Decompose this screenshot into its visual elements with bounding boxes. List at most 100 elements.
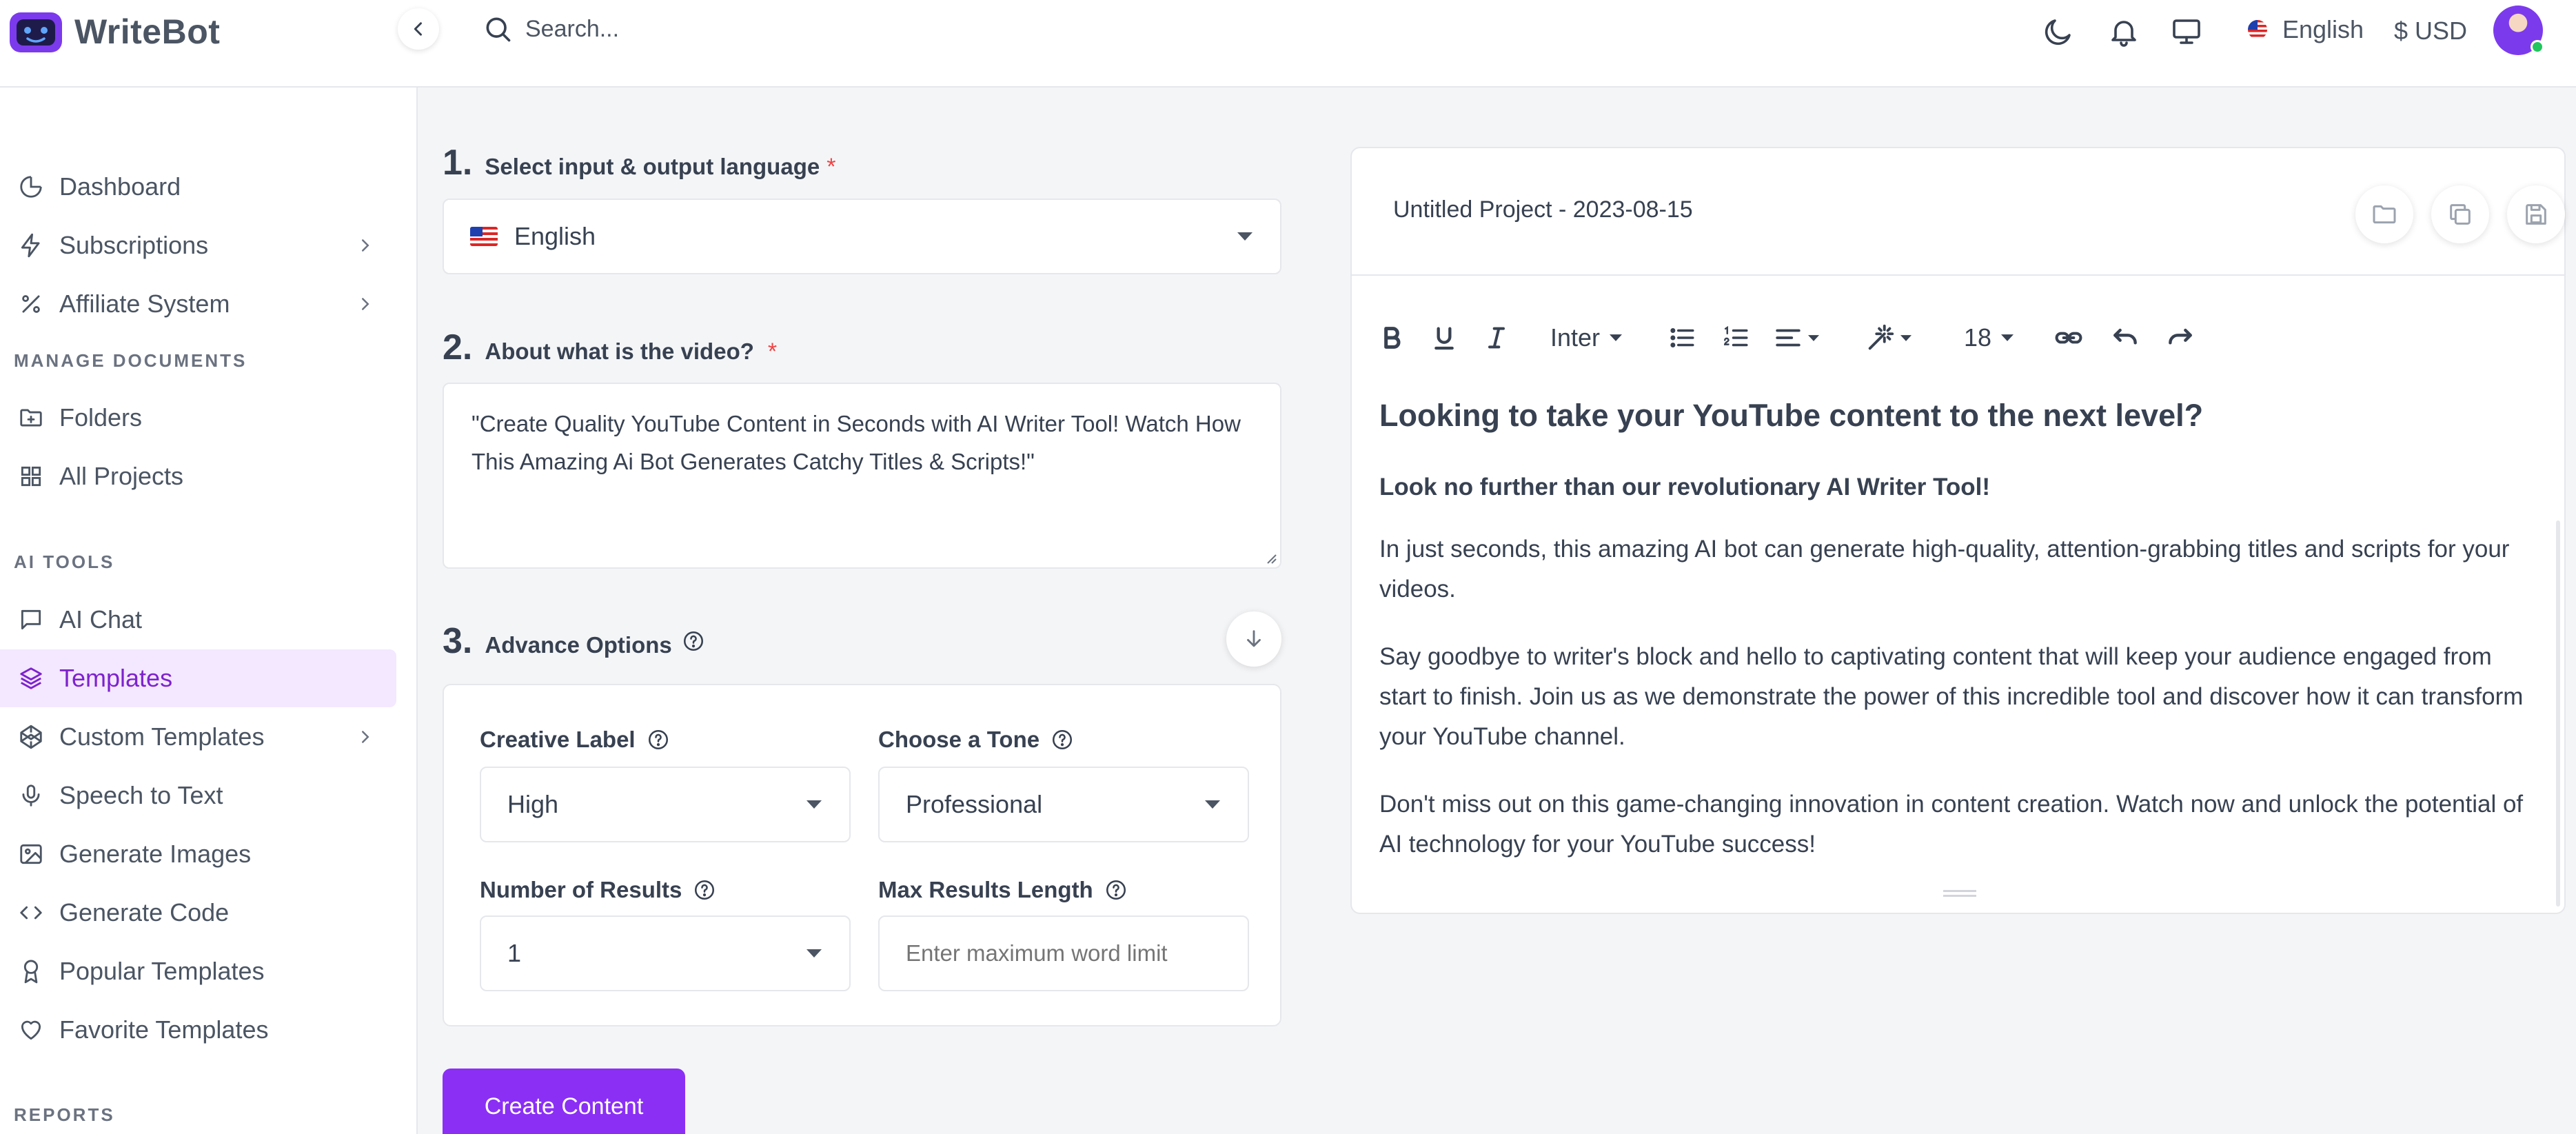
bolt-icon	[21, 233, 40, 258]
project-title[interactable]: Untitled Project - 2023-08-15	[1393, 196, 1693, 223]
sidebar-item-label: AI Chat	[59, 605, 143, 634]
required-marker: *	[826, 154, 836, 180]
heart-icon	[21, 1020, 41, 1040]
number-of-results-dropdown[interactable]: 1	[480, 915, 851, 991]
caret-down-icon	[1237, 232, 1252, 241]
max-results-length-label: Max Results Length	[878, 877, 1128, 903]
editor-scrollbar[interactable]	[2556, 520, 2560, 907]
save-button[interactable]	[2507, 185, 2565, 243]
sidebar: Dashboard Subscriptions Affiliate System…	[0, 88, 418, 1134]
editor-content[interactable]: Looking to take your YouTube content to …	[1379, 396, 2537, 892]
search-input[interactable]	[525, 15, 1008, 43]
content-subheading: Look no further than our revolutionary A…	[1379, 474, 1991, 500]
sidebar-item-favorite-templates[interactable]: Favorite Templates	[0, 1001, 396, 1059]
sidebar-item-generate-code[interactable]: Generate Code	[0, 884, 396, 942]
pie-chart-icon	[20, 176, 42, 198]
sidebar-item-generate-images[interactable]: Generate Images	[0, 825, 396, 883]
content-paragraph: Don't miss out on this game-changing inn…	[1379, 791, 2524, 858]
layers-icon	[20, 667, 42, 689]
section-label-reports: REPORTS	[14, 1104, 115, 1125]
content-heading: Looking to take your YouTube content to …	[1379, 398, 2204, 433]
resize-grip-icon[interactable]	[1264, 551, 1277, 565]
sidebar-item-affiliate[interactable]: Affiliate System	[0, 275, 396, 333]
bullet-list-icon	[1670, 328, 1694, 347]
bullet-list-button[interactable]	[1667, 307, 1696, 369]
sidebar-item-popular-templates[interactable]: Popular Templates	[0, 942, 396, 1000]
caret-down-icon	[2001, 334, 2014, 341]
redo-button[interactable]	[2165, 307, 2195, 369]
chevron-right-icon	[362, 731, 369, 743]
help-circle-icon[interactable]	[647, 728, 670, 751]
help-circle-icon[interactable]	[693, 878, 716, 902]
collapse-sidebar-button[interactable]	[398, 8, 439, 50]
tone-label: Choose a Tone	[878, 727, 1074, 753]
move-to-folder-button[interactable]	[2355, 185, 2413, 243]
toggle-advance-options-button[interactable]	[1226, 611, 1281, 667]
sidebar-item-label: Generate Code	[59, 898, 230, 927]
codepen-icon	[20, 725, 42, 749]
save-icon	[2526, 204, 2546, 225]
user-avatar[interactable]	[2493, 6, 2544, 55]
editor-resize-handle[interactable]	[1943, 890, 1976, 897]
underline-button[interactable]	[1430, 307, 1458, 369]
copy-icon	[2450, 204, 2471, 225]
robot-logo-icon	[10, 12, 62, 52]
sidebar-item-subscriptions[interactable]: Subscriptions	[0, 216, 396, 274]
ai-magic-select[interactable]	[1865, 307, 1911, 369]
sidebar-item-label: Dashboard	[59, 172, 181, 201]
code-icon	[20, 906, 42, 920]
numbered-list-button[interactable]	[1721, 307, 1750, 369]
creative-label-dropdown[interactable]: High	[480, 767, 851, 842]
percent-icon	[22, 295, 40, 313]
sidebar-item-speech-to-text[interactable]: Speech to Text	[0, 767, 396, 824]
sidebar-item-label: Templates	[59, 664, 173, 692]
step-3-title: 3. Advance Options	[443, 620, 705, 662]
link-button[interactable]	[2053, 307, 2084, 369]
copy-button[interactable]	[2431, 185, 2489, 243]
editor-header: Untitled Project - 2023-08-15	[1352, 148, 2565, 276]
moon-icon[interactable]	[2042, 15, 2075, 48]
font-family-select[interactable]: Inter	[1550, 307, 1623, 369]
award-icon	[23, 960, 39, 984]
bold-button[interactable]	[1378, 307, 1406, 369]
language-dropdown[interactable]: English	[443, 199, 1281, 274]
align-select[interactable]	[1774, 307, 1819, 369]
folder-icon	[2373, 205, 2396, 224]
undo-button[interactable]	[2110, 307, 2140, 369]
language-select[interactable]: English	[2244, 15, 2364, 44]
help-circle-icon[interactable]	[1104, 878, 1128, 902]
help-circle-icon[interactable]	[682, 629, 705, 653]
brand[interactable]: WriteBot	[8, 8, 220, 55]
chevron-left-icon	[414, 22, 422, 36]
sidebar-item-label: All Projects	[59, 462, 184, 490]
sidebar-item-label: Custom Templates	[59, 722, 265, 751]
max-results-length-input[interactable]	[906, 940, 1223, 966]
link-icon	[2055, 332, 2082, 344]
italic-button[interactable]	[1483, 307, 1510, 369]
language-value: English	[514, 222, 596, 250]
sidebar-item-custom-templates[interactable]: Custom Templates	[0, 708, 396, 766]
step-2-title: 2. About what is the video? *	[443, 327, 778, 367]
help-circle-icon[interactable]	[1051, 728, 1074, 751]
redo-icon	[2169, 328, 2192, 345]
content-paragraph: In just seconds, this amazing AI bot can…	[1379, 536, 2510, 603]
sidebar-item-templates[interactable]: Templates	[0, 649, 396, 707]
monitor-icon[interactable]	[2170, 15, 2203, 48]
font-size-select[interactable]: 18	[1964, 307, 2014, 369]
currency-select[interactable]: $ USD	[2394, 17, 2467, 45]
top-bar: WriteBot English $ USD	[0, 0, 2576, 88]
video-topic-textarea[interactable]: "Create Quality YouTube Content in Secon…	[443, 383, 1281, 569]
caret-down-icon	[1610, 334, 1623, 341]
caret-down-icon	[807, 949, 822, 958]
caret-down-icon	[1808, 334, 1819, 341]
number-of-results-label: Number of Results	[480, 877, 716, 903]
sidebar-item-ai-chat[interactable]: AI Chat	[0, 591, 396, 649]
create-content-button[interactable]: Create Content	[443, 1069, 685, 1134]
bell-icon[interactable]	[2107, 15, 2140, 48]
arrow-down-icon	[1247, 630, 1261, 647]
sidebar-item-all-projects[interactable]: All Projects	[0, 447, 396, 505]
tone-dropdown[interactable]: Professional	[878, 767, 1249, 842]
sidebar-item-label: Affiliate System	[59, 290, 230, 318]
sidebar-item-dashboard[interactable]: Dashboard	[0, 158, 396, 216]
sidebar-item-folders[interactable]: Folders	[0, 389, 396, 447]
